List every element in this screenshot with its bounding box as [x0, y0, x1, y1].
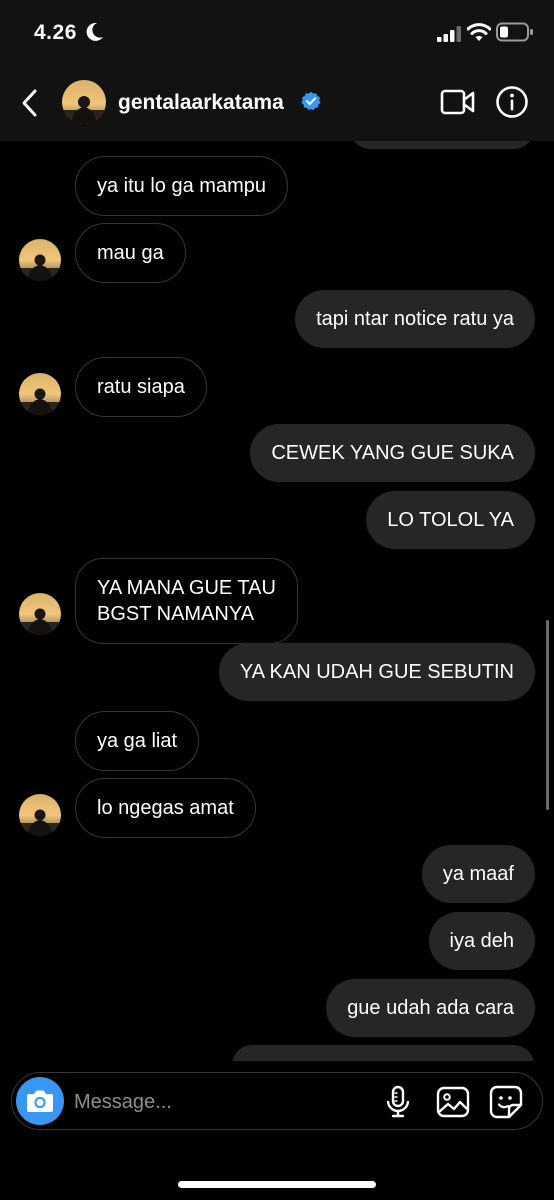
avatar[interactable]: [19, 593, 61, 635]
video-call-icon[interactable]: [440, 88, 476, 116]
message-input[interactable]: [72, 1073, 376, 1131]
message-bubble: CEWEK YANG GUE SUKA: [250, 424, 535, 482]
info-icon[interactable]: [495, 85, 529, 119]
message-bubble: YA KAN UDAH GUE SEBUTIN: [218, 643, 535, 701]
camera-button[interactable]: [16, 1077, 64, 1125]
wifi-icon: [467, 23, 491, 41]
signal-icon: [437, 26, 461, 42]
verified-badge-icon: [301, 91, 321, 111]
avatar[interactable]: [19, 373, 61, 415]
microphone-icon[interactable]: [385, 1085, 411, 1119]
sticker-icon[interactable]: [489, 1085, 523, 1119]
message-bubble: LO TOLOL YA: [366, 491, 535, 549]
message-bubble: ya itu lo ga mampu: [75, 156, 288, 216]
message-composer: [11, 1072, 543, 1131]
message-bubble: tapi ntar notice ratu ya: [295, 290, 535, 348]
message-bubble: ya ga liat: [75, 711, 200, 771]
next-message-bubble: [232, 1045, 534, 1061]
message-bubble: gue udah ada cara: [326, 979, 535, 1037]
top-bar: 4.26 gentalaarkatama: [0, 0, 554, 141]
scrollbar[interactable]: [546, 620, 549, 810]
message-bubble: ya maaf: [421, 845, 535, 903]
avatar[interactable]: [19, 794, 61, 836]
battery-icon: [496, 22, 533, 42]
message-bubble: ratu siapa: [75, 357, 207, 417]
home-indicator[interactable]: [178, 1181, 376, 1188]
avatar[interactable]: [19, 239, 61, 281]
message-bubble: lo ngegas amat: [75, 778, 256, 838]
gallery-icon[interactable]: [436, 1085, 470, 1119]
message-bubble: iya deh: [428, 912, 535, 970]
message-bubble: mau ga: [75, 223, 186, 283]
username-title[interactable]: gentalaarkatama: [118, 91, 284, 115]
previous-message-bubble: [350, 141, 534, 149]
profile-avatar[interactable]: [62, 80, 106, 124]
message-thread[interactable]: ya itu lo ga mampu mau ga tapi ntar noti…: [0, 141, 554, 1061]
moon-icon: [86, 22, 103, 41]
status-time: 4.26: [34, 21, 77, 44]
message-bubble: YA MANA GUE TAU BGST NAMANYA: [75, 558, 298, 644]
back-chevron-icon[interactable]: [18, 88, 42, 118]
camera-icon: [27, 1090, 53, 1112]
